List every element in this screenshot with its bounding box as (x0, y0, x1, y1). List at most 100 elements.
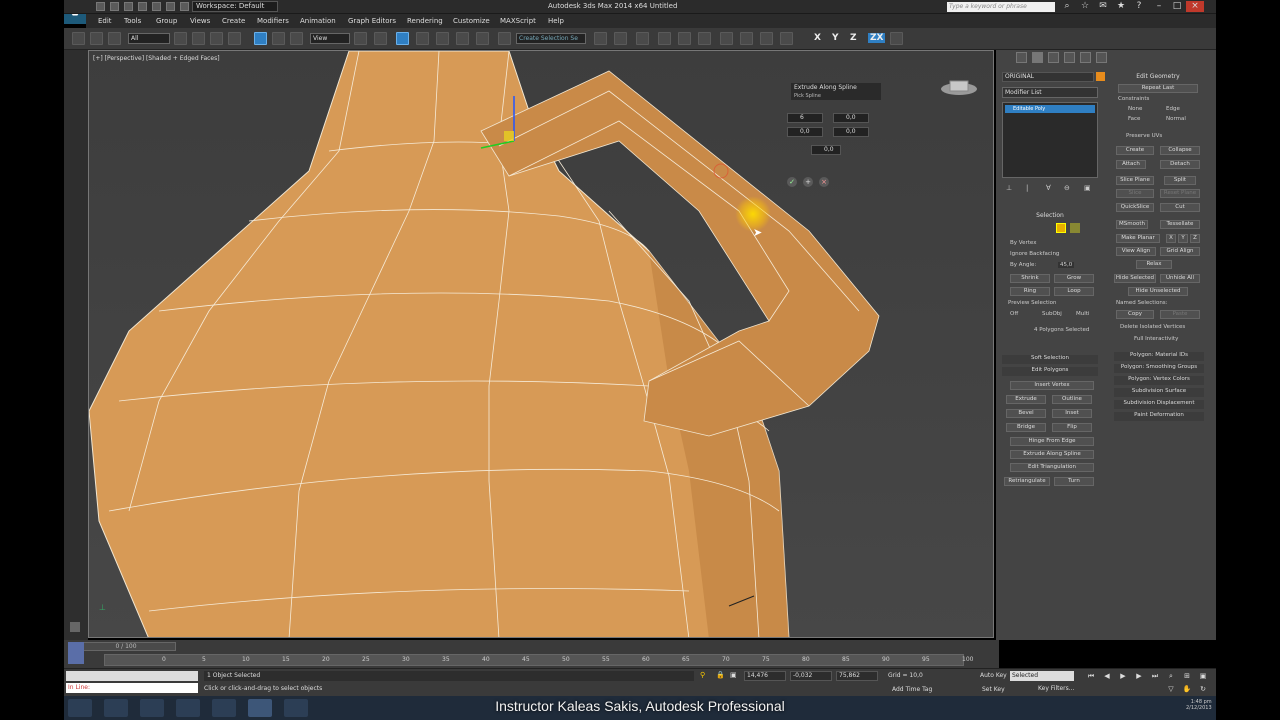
slice-plane-button[interactable]: Slice Plane (1116, 176, 1154, 185)
select-move-icon[interactable] (254, 32, 267, 45)
orbit-icon[interactable]: ↻ (1198, 684, 1208, 694)
link-icon[interactable] (72, 32, 85, 45)
ring-button[interactable]: Ring (1010, 287, 1050, 296)
axis-zx[interactable]: ZX (868, 33, 886, 43)
previous-frame-icon[interactable]: ◀ (1102, 671, 1112, 681)
workspace-dropdown[interactable]: Workspace: Default (192, 1, 278, 12)
go-to-start-icon[interactable]: ⏮ (1086, 671, 1096, 681)
cut-button[interactable]: Cut (1160, 203, 1200, 212)
selection-rollout-title[interactable]: Selection (1002, 212, 1098, 219)
turn-button[interactable]: Turn (1054, 477, 1094, 486)
keyboard-shortcut-override-icon[interactable] (396, 32, 409, 45)
align-icon[interactable] (614, 32, 627, 45)
new-file-icon[interactable] (96, 2, 105, 11)
modifier-list-dropdown[interactable]: Modifier List (1002, 87, 1098, 98)
favorites-icon[interactable]: ★ (1112, 1, 1130, 12)
select-object-icon[interactable] (174, 32, 187, 45)
viewcube-icon[interactable] (939, 79, 979, 97)
caddy-cancel-icon[interactable]: × (819, 177, 829, 187)
preserve-uvs-checkbox[interactable]: Preserve UVs (1126, 133, 1162, 139)
redo-icon[interactable] (152, 2, 161, 11)
display-tab-icon[interactable] (1080, 52, 1091, 63)
shrink-button[interactable]: Shrink (1010, 274, 1050, 283)
create-tab-icon[interactable] (1016, 52, 1027, 63)
track-bar[interactable] (104, 654, 964, 666)
perspective-viewport[interactable]: [+] [Perspective] [Shaded + Edged Faces] (88, 50, 994, 638)
set-key-button[interactable]: Set Key (982, 686, 1005, 693)
pivot-center-icon[interactable] (354, 32, 367, 45)
menu-create[interactable]: Create (222, 17, 245, 25)
object-name-field[interactable]: ORIGINAL (1002, 72, 1094, 82)
axis-constraints-toolbar-icon[interactable] (890, 32, 903, 45)
render-setup-icon[interactable] (740, 32, 753, 45)
subscription-icon[interactable]: ☆ (1076, 1, 1094, 12)
next-frame-icon[interactable]: ▶ (1134, 671, 1144, 681)
select-rotate-icon[interactable] (272, 32, 285, 45)
view-align-button[interactable]: View Align (1116, 247, 1156, 256)
utilities-tab-icon[interactable] (1096, 52, 1107, 63)
loop-button[interactable]: Loop (1054, 287, 1094, 296)
taper-amount-spinner[interactable]: 0,0 (833, 113, 869, 123)
named-selection-dropdown[interactable]: Create Selection Se (516, 33, 586, 44)
play-icon[interactable]: ▶ (1118, 671, 1128, 681)
make-planar-y-button[interactable]: Y (1178, 234, 1188, 243)
constraint-face-radio[interactable]: Face (1128, 116, 1140, 122)
segments-spinner[interactable]: 6 (787, 113, 823, 123)
remove-modifier-icon[interactable]: ⊖ (1064, 184, 1070, 192)
undo-icon[interactable] (138, 2, 147, 11)
bridge-button[interactable]: Bridge (1006, 423, 1046, 432)
preview-off-radio[interactable]: Off (1010, 311, 1018, 317)
minimize-icon[interactable]: – (1150, 1, 1168, 12)
menu-edit[interactable]: Edit (98, 17, 112, 25)
make-planar-z-button[interactable]: Z (1190, 234, 1200, 243)
flip-button[interactable]: Flip (1052, 423, 1092, 432)
z-coordinate-field[interactable]: 75,862 (836, 671, 878, 681)
unlink-icon[interactable] (90, 32, 103, 45)
select-manipulate-icon[interactable] (374, 32, 387, 45)
graphite-ribbon-icon[interactable] (658, 32, 671, 45)
hide-unselected-button[interactable]: Hide Unselected (1128, 287, 1188, 296)
pin-stack-icon[interactable]: ⊥ (1006, 184, 1012, 192)
snaps-toggle-icon[interactable] (416, 32, 429, 45)
create-button[interactable]: Create (1116, 146, 1154, 155)
communication-icon[interactable]: ✉ (1094, 1, 1112, 12)
menu-tools[interactable]: Tools (124, 17, 141, 25)
x-coordinate-field[interactable]: 14,476 (744, 671, 786, 681)
key-filters-button[interactable]: Key Filters... (1038, 685, 1075, 692)
close-icon[interactable]: × (1186, 1, 1204, 12)
quickslice-button[interactable]: QuickSlice (1116, 203, 1154, 212)
unhide-all-button[interactable]: Unhide All (1160, 274, 1200, 283)
maxscript-listener-top[interactable] (66, 671, 198, 681)
polygon-mode-icon[interactable] (1056, 223, 1066, 233)
hierarchy-tab-icon[interactable] (1048, 52, 1059, 63)
rollout-material-ids[interactable]: Polygon: Material IDs (1114, 352, 1204, 361)
edit-polygons-rollout[interactable]: Edit Polygons (1002, 367, 1098, 376)
menu-animation[interactable]: Animation (300, 17, 336, 25)
constraint-edge-radio[interactable]: Edge (1166, 106, 1180, 112)
reset-plane-button[interactable]: Reset Plane (1160, 189, 1200, 198)
menu-maxscript[interactable]: MAXScript (500, 17, 536, 25)
inset-button[interactable]: Inset (1052, 409, 1092, 418)
menu-graph-editors[interactable]: Graph Editors (348, 17, 396, 25)
menu-modifiers[interactable]: Modifiers (257, 17, 289, 25)
zoom-all-icon[interactable]: ⊞ (1182, 671, 1192, 681)
angle-snap-icon[interactable] (436, 32, 449, 45)
angle-spinner[interactable]: 45,0 (1058, 262, 1075, 268)
retriangulate-button[interactable]: Retriangulate (1004, 477, 1050, 486)
modify-tab-icon[interactable] (1032, 52, 1043, 63)
project-folder-icon[interactable] (180, 2, 189, 11)
grid-align-button[interactable]: Grid Align (1160, 247, 1200, 256)
show-end-result-icon[interactable]: | (1026, 184, 1028, 192)
bind-spacewarp-icon[interactable] (108, 32, 121, 45)
help-icon[interactable]: ? (1130, 1, 1148, 12)
render-production-icon[interactable] (780, 32, 793, 45)
zoom-icon[interactable]: ⌕ (1166, 671, 1176, 681)
mirror-icon[interactable] (594, 32, 607, 45)
zoom-extents-icon[interactable]: ▣ (1198, 671, 1208, 681)
edit-geometry-rollout-title[interactable]: Edit Geometry (1112, 73, 1204, 80)
constraint-normal-radio[interactable]: Normal (1166, 116, 1186, 122)
msmooth-button[interactable]: MSmooth (1116, 220, 1148, 229)
by-vertex-checkbox[interactable]: By Vertex (1010, 240, 1036, 246)
reference-coordinate-dropdown[interactable]: View (310, 33, 350, 44)
make-unique-icon[interactable]: ∀ (1046, 184, 1051, 192)
